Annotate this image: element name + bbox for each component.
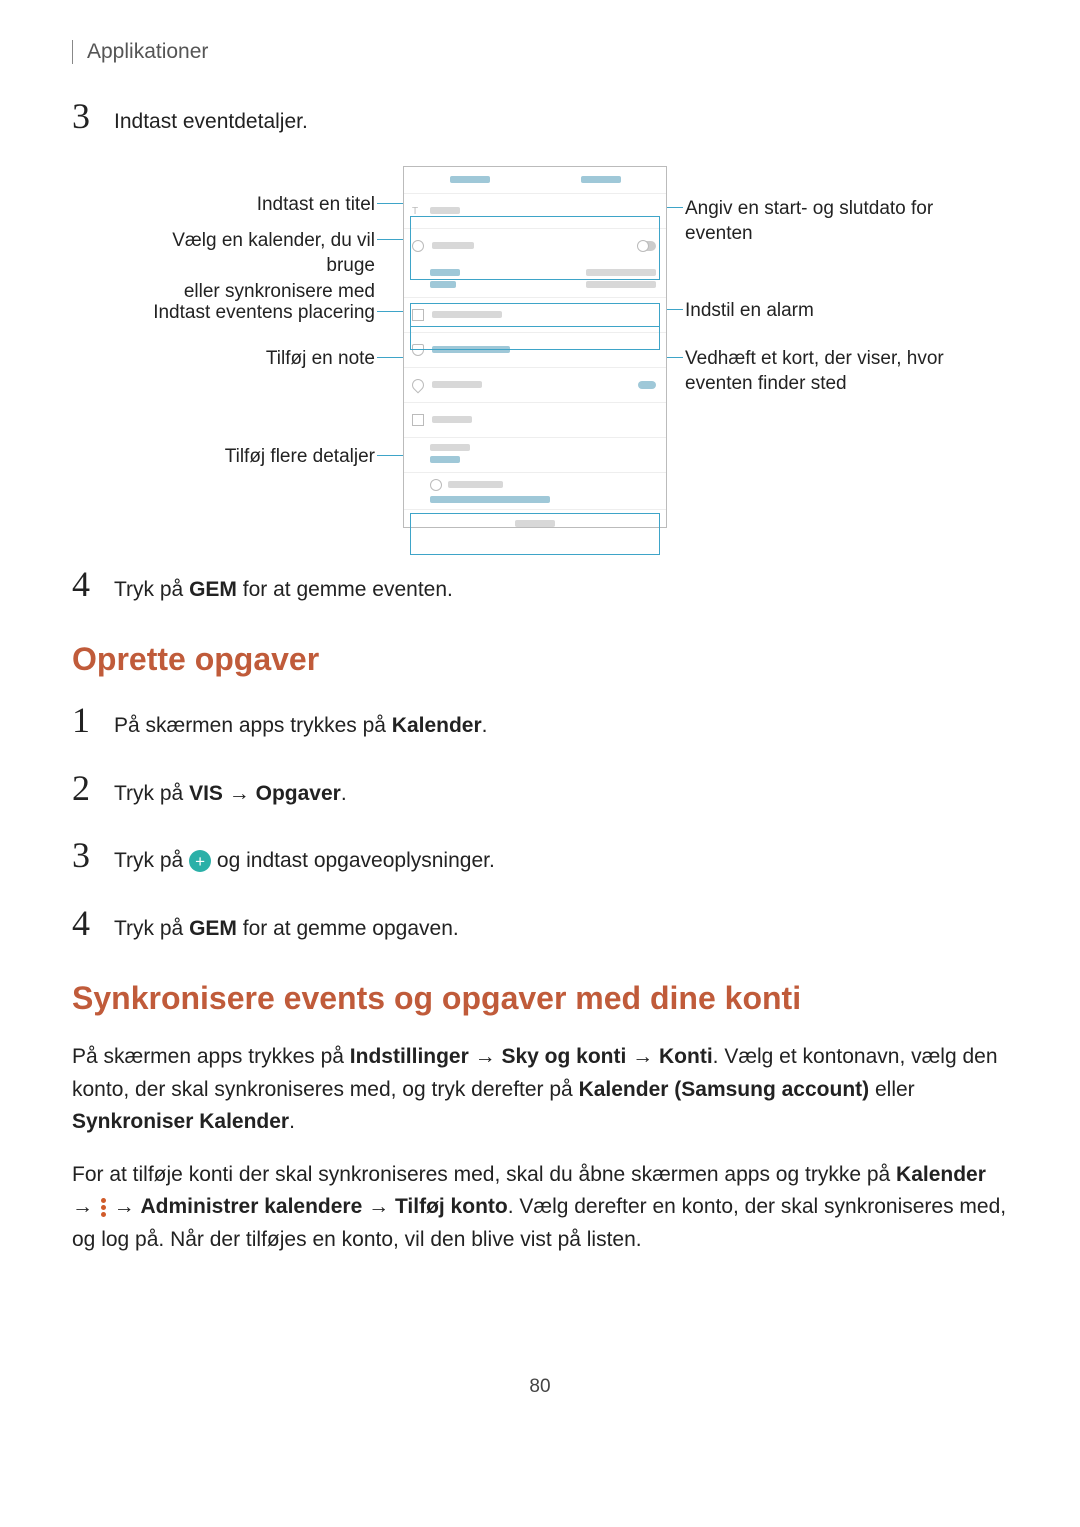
plus-icon: + xyxy=(189,850,211,872)
label-add-note: Tilføj en note xyxy=(135,346,375,372)
mock-save-button xyxy=(581,176,621,183)
step-text: På skærmen apps trykkes på Kalender. xyxy=(114,710,488,742)
task-step-1: 1 På skærmen apps trykkes på Kalender. xyxy=(72,702,1008,742)
event-details-diagram: Indtast en titel Vælg en kalender, du vi… xyxy=(75,166,1005,536)
step-text: Indtast eventdetaljer. xyxy=(114,106,308,138)
step-number: 3 xyxy=(72,837,114,873)
mock-note-row xyxy=(404,402,666,437)
task-step-3: 3 Tryk på + og indtast opgaveoplysninger… xyxy=(72,837,1008,877)
mock-allday-toggle xyxy=(638,241,656,251)
mock-timezone-row xyxy=(404,472,666,509)
mock-title-row: T xyxy=(404,193,666,228)
mock-dates-row xyxy=(404,263,666,297)
breadcrumb: Applikationer xyxy=(87,40,208,63)
mock-location-row xyxy=(404,367,666,402)
sync-paragraph-1: På skærmen apps trykkes på Indstillinger… xyxy=(72,1041,1008,1139)
label-add-more-details: Tilføj flere detaljer xyxy=(135,444,375,470)
sync-paragraph-2: For at tilføje konti der skal synkronise… xyxy=(72,1159,1008,1257)
heading-sync-accounts: Synkronisere events og opgaver med dine … xyxy=(72,980,1008,1017)
calendar-event-mock-screen: T xyxy=(403,166,667,528)
task-step-4: 4 Tryk på GEM for at gemme opgaven. xyxy=(72,905,1008,945)
mock-repeat-row xyxy=(404,437,666,472)
label-choose-calendar: Vælg en kalender, du vil bruge eller syn… xyxy=(135,228,375,305)
step-text: Tryk på GEM for at gemme eventen. xyxy=(114,574,453,606)
mock-map-badge xyxy=(638,381,656,389)
label-enter-title: Indtast en titel xyxy=(135,192,375,218)
mock-alarm-row xyxy=(404,332,666,367)
step-3-enter-details: 3 Indtast eventdetaljer. xyxy=(72,98,1008,138)
mock-calendar-row xyxy=(404,228,666,263)
mock-cancel-button xyxy=(450,176,490,183)
more-options-icon xyxy=(99,1196,108,1219)
task-step-2: 2 Tryk på VIS → Opgaver. xyxy=(72,770,1008,810)
step-text: Tryk på + og indtast opgaveoplysninger. xyxy=(114,845,495,877)
mock-more-section xyxy=(404,509,666,570)
label-set-dates: Angiv en start- og slutdato for eventen xyxy=(685,196,965,247)
step-number: 1 xyxy=(72,702,114,738)
step-number: 4 xyxy=(72,566,114,602)
step-number: 2 xyxy=(72,770,114,806)
heading-create-tasks: Oprette opgaver xyxy=(72,641,1008,678)
step-number: 4 xyxy=(72,905,114,941)
step-4-save-event: 4 Tryk på GEM for at gemme eventen. xyxy=(72,566,1008,606)
label-set-alarm: Indstil en alarm xyxy=(685,298,965,324)
label-enter-location: Indtast eventens placering xyxy=(135,300,375,326)
step-text: Tryk på VIS → Opgaver. xyxy=(114,778,347,810)
label-attach-map: Vedhæft et kort, der viser, hvor eventen… xyxy=(685,346,965,397)
mock-alarm-prefix-row xyxy=(404,297,666,332)
page-number: 80 xyxy=(72,1376,1008,1398)
step-text: Tryk på GEM for at gemme opgaven. xyxy=(114,913,459,945)
step-number: 3 xyxy=(72,98,114,134)
